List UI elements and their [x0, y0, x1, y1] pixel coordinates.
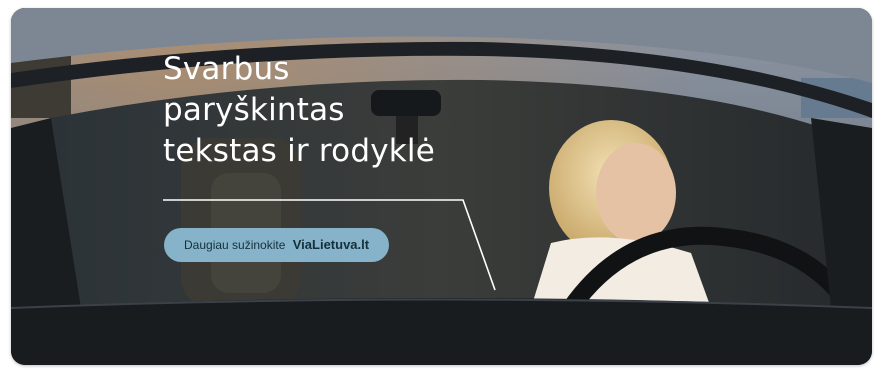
cta-brand: ViaLietuva.lt — [292, 237, 370, 252]
headline-line: tekstas ir rodyklė — [163, 133, 435, 169]
headline-line: paryškintas — [163, 92, 345, 128]
learn-more-button[interactable]: Daugiau sužinokite ViaLietuva.lt — [164, 228, 390, 262]
headline-line: Svarbus — [163, 51, 290, 87]
ad-headline: Svarbus paryškintas tekstas ir rodyklė — [163, 49, 523, 172]
cta-label: Daugiau sužinokite — [184, 238, 286, 252]
ad-banner[interactable]: Svarbus paryškintas tekstas ir rodyklė D… — [11, 8, 872, 365]
